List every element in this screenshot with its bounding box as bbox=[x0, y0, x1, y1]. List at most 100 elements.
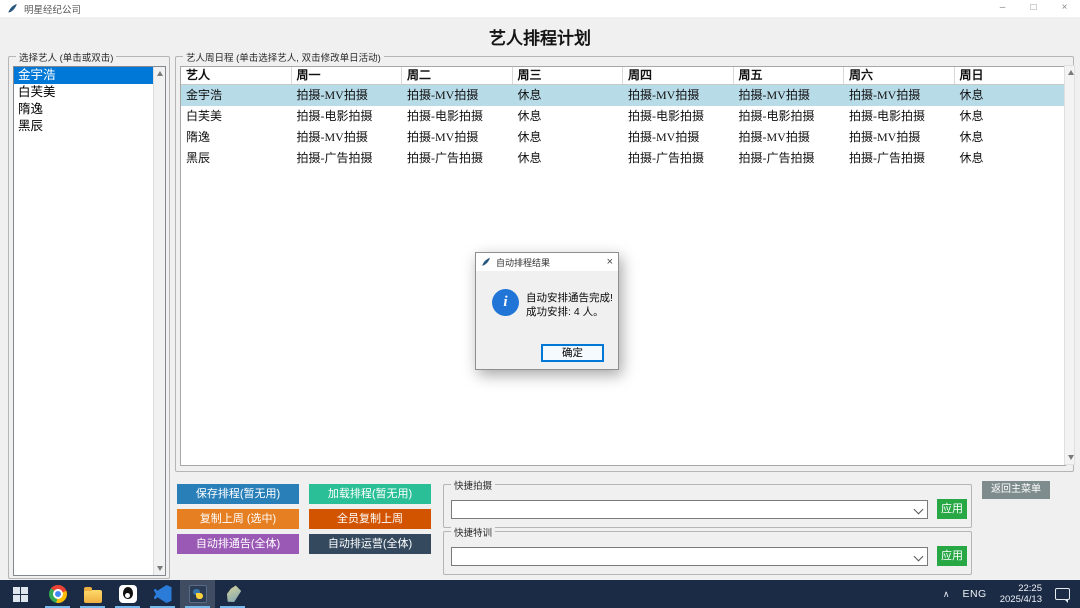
scroll-down-icon[interactable] bbox=[156, 566, 163, 571]
qq-taskbar-button[interactable] bbox=[110, 580, 145, 608]
artist-list-item[interactable]: 隋逸 bbox=[14, 101, 165, 118]
schedule-cell[interactable]: 拍摄-MV拍摄 bbox=[292, 85, 403, 106]
schedule-cell[interactable]: 休息 bbox=[955, 148, 1066, 169]
window-title: 明星经纪公司 bbox=[24, 4, 82, 16]
explorer-icon bbox=[83, 586, 102, 603]
schedule-cell[interactable]: 拍摄-广告拍摄 bbox=[734, 148, 845, 169]
minimize-button[interactable]: – bbox=[987, 0, 1018, 17]
tray-expand-icon[interactable]: ∧ bbox=[943, 589, 950, 600]
schedule-cell[interactable]: 拍摄-电影拍摄 bbox=[844, 106, 955, 127]
schedule-cell[interactable]: 休息 bbox=[955, 127, 1066, 148]
schedule-row[interactable]: 隋逸 拍摄-MV拍摄 拍摄-MV拍摄 休息 拍摄-MV拍摄 拍摄-MV拍摄 拍摄-MV拍摄休… bbox=[181, 127, 1065, 148]
schedule-panel-label: 艺人周日程 (单击选择艺人, 双击修改单日活动) bbox=[183, 50, 384, 64]
schedule-cell[interactable]: 拍摄-MV拍摄 bbox=[844, 85, 955, 106]
feather-app-taskbar-button[interactable] bbox=[215, 580, 250, 608]
schedule-cell[interactable]: 拍摄-MV拍摄 bbox=[292, 127, 403, 148]
schedule-row[interactable]: 金宇浩 拍摄-MV拍摄 拍摄-MV拍摄 休息 拍摄-MV拍摄 拍摄-MV拍摄 拍摄-MV拍摄… bbox=[181, 85, 1065, 106]
column-header[interactable]: 周日 bbox=[955, 67, 1065, 84]
maximize-button[interactable]: □ bbox=[1018, 0, 1049, 17]
column-header[interactable]: 周一 bbox=[292, 67, 402, 84]
close-button[interactable]: × bbox=[1049, 0, 1080, 17]
column-header[interactable]: 艺人 bbox=[181, 67, 292, 84]
python-taskbar-button[interactable] bbox=[180, 580, 215, 608]
schedule-cell[interactable]: 休息 bbox=[513, 148, 624, 169]
schedule-row[interactable]: 白芙美 拍摄-电影拍摄 拍摄-电影拍摄 休息 拍摄-电影拍摄 拍摄-电影拍摄 拍摄-电影拍摄… bbox=[181, 106, 1065, 127]
app-window: 明星经纪公司 – □ × 艺人排程计划 选择艺人 (单击或双击) 金宇浩 白芙美隋… bbox=[0, 0, 1080, 608]
quick-training-combobox[interactable] bbox=[451, 547, 928, 566]
column-header[interactable]: 周四 bbox=[623, 67, 734, 84]
python-icon bbox=[188, 585, 207, 603]
schedule-cell[interactable]: 拍摄-MV拍摄 bbox=[623, 127, 734, 148]
schedule-cell[interactable]: 拍摄-广告拍摄 bbox=[402, 148, 513, 169]
feather-app-icon bbox=[221, 583, 244, 606]
chrome-taskbar-button[interactable] bbox=[40, 580, 75, 608]
scroll-down-icon[interactable] bbox=[1067, 455, 1074, 460]
copy-last-week-all-button[interactable]: 全员复制上周 bbox=[309, 509, 431, 529]
schedule-cell[interactable]: 休息 bbox=[513, 127, 624, 148]
artist-list-scrollbar[interactable] bbox=[153, 67, 165, 575]
schedule-cell[interactable]: 拍摄-电影拍摄 bbox=[402, 106, 513, 127]
auto-schedule-result-dialog: 自动排程结果 × i 自动安排通告完成! 成功安排: 4 人。 确定 bbox=[475, 252, 619, 370]
window-titlebar: 明星经纪公司 – □ × bbox=[0, 0, 1080, 17]
schedule-cell[interactable]: 拍摄-MV拍摄 bbox=[623, 85, 734, 106]
auto-announce-all-button[interactable]: 自动排通告(全体) bbox=[177, 534, 299, 554]
schedule-cell[interactable]: 拍摄-广告拍摄 bbox=[844, 148, 955, 169]
schedule-cell[interactable]: 拍摄-广告拍摄 bbox=[623, 148, 734, 169]
column-header[interactable]: 周三 bbox=[513, 67, 623, 84]
copy-last-week-button[interactable]: 复制上周 (选中) bbox=[177, 509, 299, 529]
schedule-cell[interactable]: 拍摄-MV拍摄 bbox=[734, 85, 845, 106]
chevron-down-icon[interactable] bbox=[913, 504, 924, 515]
dialog-message-line1: 自动安排通告完成! bbox=[526, 292, 613, 304]
vscode-icon bbox=[153, 585, 172, 603]
back-to-menu-button[interactable]: 返回主菜单 bbox=[982, 481, 1050, 499]
auto-operations-all-button[interactable]: 自动排运营(全体) bbox=[309, 534, 431, 554]
schedule-cell[interactable]: 休息 bbox=[955, 85, 1066, 106]
language-indicator[interactable]: ENG bbox=[962, 588, 986, 600]
quick-training-apply-button[interactable]: 应用 bbox=[937, 546, 967, 566]
schedule-cell[interactable]: 隋逸 bbox=[181, 127, 292, 148]
column-header[interactable]: 周六 bbox=[844, 67, 955, 84]
load-schedule-button[interactable]: 加载排程(暂无用) bbox=[309, 484, 431, 504]
start-button[interactable] bbox=[0, 580, 40, 608]
schedule-cell[interactable]: 拍摄-MV拍摄 bbox=[734, 127, 845, 148]
dialog-titlebar: 自动排程结果 × bbox=[476, 253, 618, 271]
column-header[interactable]: 周五 bbox=[734, 67, 844, 84]
vscode-taskbar-button[interactable] bbox=[145, 580, 180, 608]
schedule-cell[interactable]: 金宇浩 bbox=[181, 85, 292, 106]
artist-listbox[interactable]: 金宇浩 白芙美 隋逸 黑辰 bbox=[13, 66, 166, 576]
clock-date: 2025/4/13 bbox=[999, 594, 1042, 605]
schedule-table[interactable]: 艺人 周一 周二 周三 周四 周五 周六 周日 金宇浩 拍摄-MV拍摄 拍摄-MV拍摄 休息 拍摄-M… bbox=[180, 66, 1066, 466]
clock[interactable]: 22:25 2025/4/13 bbox=[1000, 583, 1042, 605]
chevron-down-icon[interactable] bbox=[913, 551, 924, 562]
schedule-row[interactable]: 黑辰 拍摄-广告拍摄 拍摄-广告拍摄 休息 拍摄-广告拍摄 拍摄-广告拍摄 拍摄-广告拍摄休… bbox=[181, 148, 1065, 169]
schedule-cell[interactable]: 休息 bbox=[955, 106, 1066, 127]
artist-panel: 选择艺人 (单击或双击) 金宇浩 白芙美 隋逸 黑辰 bbox=[8, 50, 170, 579]
quick-shoot-combobox[interactable] bbox=[451, 500, 928, 519]
artist-list-item[interactable]: 金宇浩 bbox=[14, 67, 165, 84]
quick-shoot-apply-button[interactable]: 应用 bbox=[937, 499, 967, 519]
schedule-cell[interactable]: 拍摄-广告拍摄 bbox=[292, 148, 403, 169]
dialog-close-icon[interactable]: × bbox=[607, 254, 613, 270]
schedule-cell[interactable]: 拍摄-电影拍摄 bbox=[292, 106, 403, 127]
schedule-table-scrollbar[interactable] bbox=[1064, 65, 1075, 465]
schedule-cell[interactable]: 白芙美 bbox=[181, 106, 292, 127]
schedule-cell[interactable]: 拍摄-MV拍摄 bbox=[402, 85, 513, 106]
schedule-cell[interactable]: 休息 bbox=[513, 106, 624, 127]
notification-icon[interactable] bbox=[1055, 588, 1070, 603]
schedule-cell[interactable]: 拍摄-MV拍摄 bbox=[402, 127, 513, 148]
dialog-title: 自动排程结果 bbox=[496, 257, 551, 268]
schedule-cell[interactable]: 拍摄-电影拍摄 bbox=[734, 106, 845, 127]
schedule-cell[interactable]: 拍摄-电影拍摄 bbox=[623, 106, 734, 127]
schedule-cell[interactable]: 拍摄-MV拍摄 bbox=[844, 127, 955, 148]
ok-button[interactable]: 确定 bbox=[541, 344, 604, 362]
save-schedule-button[interactable]: 保存排程(暂无用) bbox=[177, 484, 299, 504]
artist-list-item[interactable]: 黑辰 bbox=[14, 118, 165, 135]
scroll-up-icon[interactable] bbox=[156, 71, 163, 76]
artist-list-item[interactable]: 白芙美 bbox=[14, 84, 165, 101]
scroll-up-icon[interactable] bbox=[1067, 70, 1074, 75]
schedule-cell[interactable]: 休息 bbox=[513, 85, 624, 106]
schedule-cell[interactable]: 黑辰 bbox=[181, 148, 292, 169]
page-title: 艺人排程计划 bbox=[489, 29, 591, 48]
explorer-taskbar-button[interactable] bbox=[75, 580, 110, 608]
column-header[interactable]: 周二 bbox=[402, 67, 513, 84]
